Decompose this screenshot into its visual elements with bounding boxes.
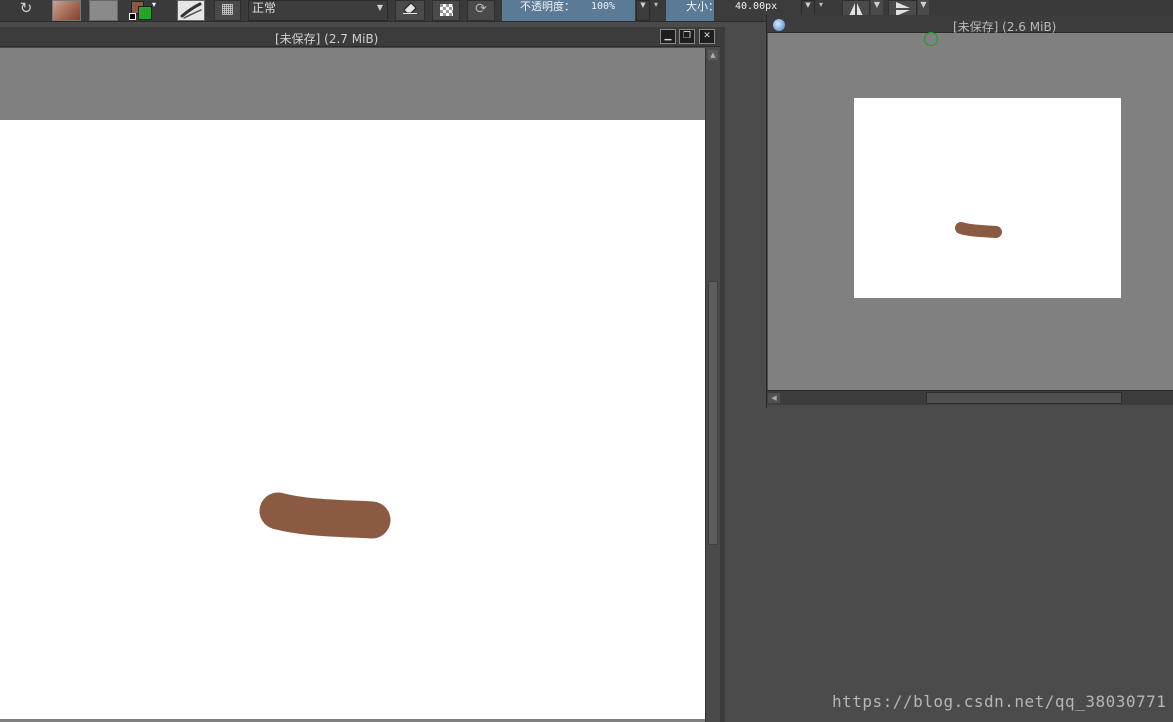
scroll-up-icon[interactable]: ▲ <box>708 50 718 60</box>
brush-stroke <box>259 492 391 539</box>
overview-document-window: [未保存] (2.6 MiB) ◀ <box>766 15 1173 408</box>
canvas-drawing <box>259 492 391 539</box>
overview-titlebar[interactable]: [未保存] (2.6 MiB) <box>766 15 1173 34</box>
document-title: [未保存] (2.7 MiB) <box>275 32 379 46</box>
main-document-window: [未保存] (2.7 MiB) ▁ ❐ ✕ ▲ <box>0 27 723 722</box>
size-value: 40.00px <box>735 1 778 12</box>
brush-stroke-icon <box>180 2 202 19</box>
reset-colors-icon[interactable] <box>129 13 136 20</box>
eraser-icon <box>403 2 417 14</box>
overview-canvas-viewport[interactable] <box>768 33 1173 390</box>
scrollbar-thumb[interactable] <box>708 281 718 545</box>
scroll-left-icon[interactable]: ◀ <box>768 393 780 403</box>
document-titlebar[interactable]: [未保存] (2.7 MiB) ▁ ❐ ✕ <box>0 27 720 47</box>
overview-brush-stroke <box>955 222 1002 238</box>
opacity-menu-icon[interactable]: ▾ <box>651 0 661 21</box>
restore-button[interactable]: ❐ <box>679 29 695 44</box>
checkerboard-icon <box>440 4 453 16</box>
opacity-spin-down-icon[interactable]: ▼ <box>636 0 650 21</box>
swap-colors-icon[interactable]: ▾ <box>152 0 156 9</box>
window-splitter[interactable] <box>720 27 725 722</box>
foreground-color-swatch[interactable] <box>138 6 152 20</box>
blend-mode-select[interactable]: 正常 ▼ <box>248 0 388 21</box>
brush-presets-grid-icon[interactable]: ▦ <box>214 0 241 21</box>
color-selector[interactable]: ▾ <box>128 0 162 21</box>
scrollbar-thumb[interactable] <box>926 392 1122 404</box>
overview-canvas-paper[interactable] <box>854 98 1121 298</box>
blend-mode-value: 正常 <box>252 1 277 15</box>
reload-preset-icon[interactable]: ⟳ <box>467 0 495 21</box>
chevron-down-icon: ▼ <box>376 3 383 12</box>
globe-icon <box>773 19 785 31</box>
overview-drawing <box>955 222 1002 238</box>
watermark-text: https://blog.csdn.net/qq_38030771 <box>832 692 1167 711</box>
vertical-scrollbar[interactable]: ▲ <box>705 48 720 722</box>
minimize-button[interactable]: ▁ <box>660 29 676 44</box>
gradient-selector-button[interactable] <box>52 0 81 21</box>
preserve-alpha-button[interactable] <box>432 0 460 21</box>
opacity-label: 不透明度： <box>520 0 575 13</box>
brush-cursor-outline <box>924 32 938 46</box>
size-label: 大小： <box>686 0 719 13</box>
canvas-paper[interactable] <box>0 120 705 719</box>
opacity-slider[interactable]: 不透明度： 100% <box>502 0 635 21</box>
horizontal-scrollbar[interactable]: ◀ <box>766 390 1173 405</box>
redo-icon[interactable]: ↻ <box>14 0 38 21</box>
brush-preset-button[interactable] <box>177 0 205 21</box>
krita-workspace: ↻ ▾ ▦ 正常 ▼ ⟳ 不透明度： 100% ▼ ▾ 大小： 40.00px … <box>0 0 1173 722</box>
opacity-value: 100% <box>591 1 616 12</box>
close-button[interactable]: ✕ <box>699 29 715 44</box>
eraser-mode-button[interactable] <box>395 0 425 21</box>
pattern-selector-button[interactable] <box>89 0 118 21</box>
canvas-viewport[interactable] <box>0 48 705 722</box>
